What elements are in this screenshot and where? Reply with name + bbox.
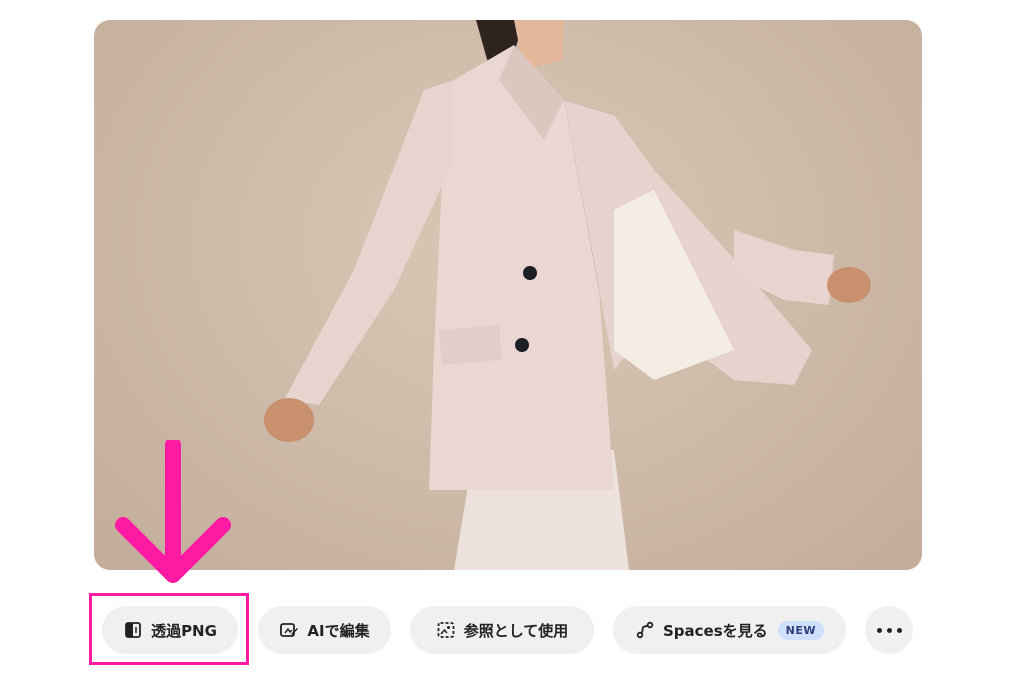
use-as-reference-label: 参照として使用 xyxy=(463,621,569,640)
spaces-icon xyxy=(635,620,655,640)
view-spaces-button[interactable]: Spacesを見る NEW xyxy=(613,606,846,654)
ai-edit-label: AIで編集 xyxy=(307,621,370,640)
more-options-button[interactable] xyxy=(865,606,913,654)
use-as-reference-button[interactable]: 参照として使用 xyxy=(410,606,594,654)
more-dots-icon xyxy=(874,627,904,633)
new-badge: NEW xyxy=(777,620,824,640)
ai-edit-icon xyxy=(279,620,299,640)
ai-edit-button[interactable]: AIで編集 xyxy=(258,606,391,654)
annotation-down-arrow-icon xyxy=(115,440,231,583)
reference-image-icon xyxy=(436,620,456,640)
view-spaces-label: Spacesを見る xyxy=(662,621,768,640)
annotation-highlight-box xyxy=(89,593,249,665)
